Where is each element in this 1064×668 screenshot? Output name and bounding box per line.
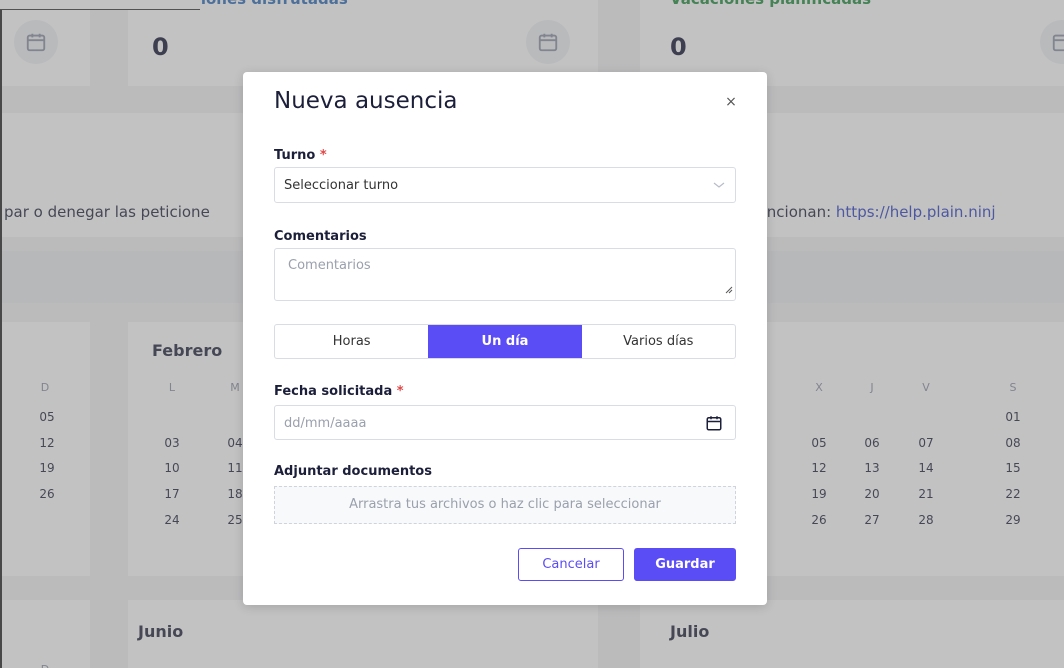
close-icon[interactable]: ×	[721, 92, 741, 112]
duration-segmented-control: Horas Un día Varios días	[274, 324, 736, 359]
turno-select[interactable]: Seleccionar turno	[274, 167, 736, 203]
cancel-button[interactable]: Cancelar	[518, 548, 624, 581]
comentarios-label: Comentarios	[274, 229, 367, 244]
calendar-icon[interactable]	[705, 414, 723, 436]
segment-horas[interactable]: Horas	[275, 325, 428, 358]
segment-un-dia[interactable]: Un día	[428, 325, 582, 358]
modal-title: Nueva ausencia	[274, 88, 458, 114]
fecha-label: Fecha solicitada *	[274, 384, 404, 399]
required-mark: *	[396, 384, 404, 399]
required-mark: *	[319, 148, 327, 163]
comentarios-placeholder: Comentarios	[288, 258, 371, 273]
resize-handle-icon[interactable]	[725, 283, 733, 298]
segment-varios-dias[interactable]: Varios días	[582, 325, 735, 358]
adjuntar-label: Adjuntar documentos	[274, 464, 432, 479]
fecha-input[interactable]: dd/mm/aaaa	[274, 405, 736, 440]
fecha-label-text: Fecha solicitada	[274, 384, 393, 399]
new-absence-modal: Nueva ausencia × Turno * Seleccionar tur…	[243, 72, 767, 605]
file-dropzone[interactable]: Arrastra tus archivos o haz clic para se…	[274, 486, 736, 524]
save-button[interactable]: Guardar	[634, 548, 736, 581]
turno-label: Turno *	[274, 148, 327, 163]
fecha-placeholder: dd/mm/aaaa	[284, 416, 367, 431]
turno-label-text: Turno	[274, 148, 316, 163]
comentarios-textarea[interactable]: Comentarios	[274, 248, 736, 301]
chevron-down-icon	[711, 177, 727, 197]
turno-select-value: Seleccionar turno	[284, 178, 399, 193]
